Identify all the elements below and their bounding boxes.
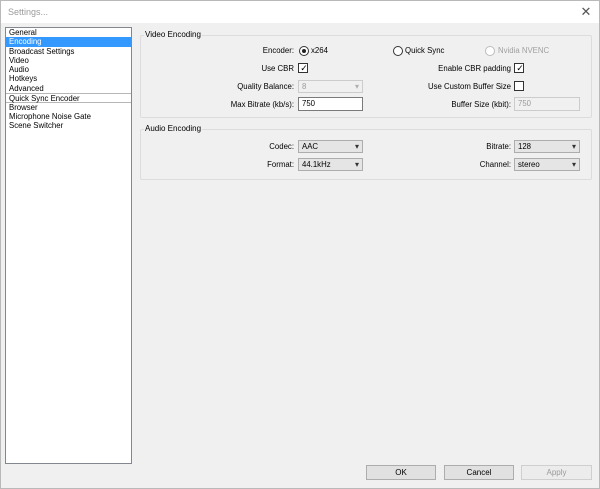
chevron-down-icon: ▾ — [354, 142, 359, 151]
sidebar-item-video[interactable]: Video — [6, 56, 131, 65]
sidebar-item-microphone-noise-gate[interactable]: Microphone Noise Gate — [6, 112, 131, 121]
encoder-label: Encoder: — [262, 46, 294, 55]
close-icon[interactable]: ✕ — [577, 4, 595, 20]
buffer-size-input[interactable]: 750 — [514, 97, 580, 111]
encoder-nvenc-radio[interactable] — [485, 46, 495, 56]
use-cbr-checkbox[interactable]: ✓ — [298, 63, 308, 73]
use-custom-buffer-label: Use Custom Buffer Size — [427, 82, 511, 91]
format-label: Format: — [267, 160, 294, 169]
quality-balance-dropdown[interactable]: 8 ▾ — [298, 80, 363, 93]
sidebar-section-quick-sync-encoder[interactable]: Quick Sync Encoder — [6, 93, 131, 103]
channel-dropdown[interactable]: stereo ▾ — [514, 158, 580, 171]
quality-balance-label: Quality Balance: — [237, 82, 294, 91]
video-encoding-title: Video Encoding — [144, 30, 202, 39]
audio-encoding-title: Audio Encoding — [144, 124, 203, 133]
bitrate-value: 128 — [518, 142, 532, 151]
chevron-down-icon: ▾ — [354, 82, 359, 91]
enable-cbr-padding-checkbox[interactable]: ✓ — [514, 63, 524, 73]
codec-dropdown[interactable]: AAC ▾ — [298, 140, 363, 153]
channel-value: stereo — [518, 160, 540, 169]
check-icon: ✓ — [516, 63, 524, 73]
apply-button[interactable]: Apply — [521, 465, 592, 480]
chevron-down-icon: ▾ — [571, 142, 576, 151]
format-value: 44.1kHz — [302, 160, 331, 169]
bitrate-dropdown[interactable]: 128 ▾ — [514, 140, 580, 153]
format-dropdown[interactable]: 44.1kHz ▾ — [298, 158, 363, 171]
window-title: Settings... — [8, 7, 49, 17]
title-bar: Settings... ✕ — [1, 1, 599, 23]
sidebar-item-audio[interactable]: Audio — [6, 65, 131, 74]
max-bitrate-input[interactable]: 750 — [298, 97, 363, 111]
sidebar-item-advanced[interactable]: Advanced — [6, 84, 131, 93]
ok-button[interactable]: OK — [366, 465, 436, 480]
max-bitrate-label: Max Bitrate (kb/s): — [230, 100, 294, 109]
codec-label: Codec: — [269, 142, 294, 151]
encoder-nvenc-label[interactable]: Nvidia NVENC — [498, 46, 549, 55]
channel-label: Channel: — [479, 160, 511, 169]
cancel-button[interactable]: Cancel — [444, 465, 514, 480]
chevron-down-icon: ▾ — [354, 160, 359, 169]
encoder-x264-radio[interactable] — [299, 46, 309, 56]
settings-category-list[interactable]: General Encoding Broadcast Settings Vide… — [5, 27, 132, 464]
codec-value: AAC — [302, 142, 319, 151]
sidebar-item-general[interactable]: General — [6, 28, 131, 37]
sidebar-item-broadcast-settings[interactable]: Broadcast Settings — [6, 47, 131, 56]
enable-cbr-padding-label: Enable CBR padding — [438, 64, 511, 73]
sidebar-item-scene-switcher[interactable]: Scene Switcher — [6, 121, 131, 130]
audio-encoding-group — [140, 129, 592, 180]
use-custom-buffer-checkbox[interactable] — [514, 81, 524, 91]
sidebar-item-browser[interactable]: Browser — [6, 103, 131, 112]
settings-window: Settings... ✕ General Encoding Broadcast… — [0, 0, 600, 489]
sidebar-item-encoding[interactable]: Encoding — [6, 37, 131, 47]
bitrate-label: Bitrate: — [486, 142, 511, 151]
chevron-down-icon: ▾ — [571, 160, 576, 169]
encoder-x264-label[interactable]: x264 — [311, 46, 328, 55]
sidebar-item-hotkeys[interactable]: Hotkeys — [6, 74, 131, 83]
use-cbr-label: Use CBR — [261, 64, 295, 73]
quality-balance-value: 8 — [302, 82, 307, 91]
encoder-quick-sync-radio[interactable] — [393, 46, 403, 56]
buffer-size-label: Buffer Size (kbit): — [451, 100, 511, 109]
check-icon: ✓ — [300, 63, 308, 73]
encoder-quick-sync-label[interactable]: Quick Sync — [405, 46, 444, 55]
